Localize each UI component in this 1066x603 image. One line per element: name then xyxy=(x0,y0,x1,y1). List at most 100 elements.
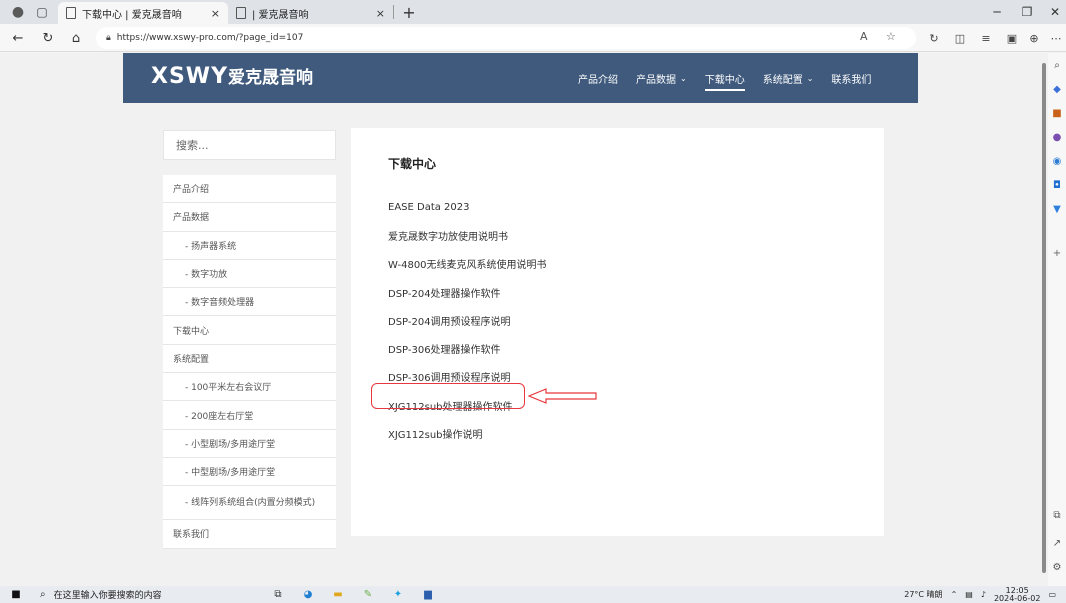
shopping-icon[interactable]: ■ xyxy=(1051,107,1063,119)
favorites-icon[interactable]: ≡ xyxy=(976,28,996,48)
sidebar-item[interactable]: - 数字功放 xyxy=(163,260,336,289)
extensions-icon[interactable]: ⊕ xyxy=(1024,28,1044,48)
more-menu-icon[interactable]: ⋯ xyxy=(1046,28,1066,48)
url-input[interactable]: 🔒︎ https://www.xswy-pro.com/?page_id=107… xyxy=(96,27,916,49)
sidebar-item[interactable]: - 扬声器系统 xyxy=(163,232,336,260)
close-window-icon[interactable]: ✕ xyxy=(1040,0,1066,24)
search-icon: ⌕ xyxy=(40,589,46,600)
browser-side-panel: ⌕ ◆ ■ ● ◉ ◘ ▼ + ⧉ ↗ ⚙ xyxy=(1048,53,1066,586)
sidebar-item[interactable]: 联系我们 xyxy=(163,520,336,549)
sidebar-item[interactable]: 系统配置 xyxy=(163,345,336,374)
address-bar-row: ← ↻ ⌂ 🔒︎ https://www.xswy-pro.com/?page_… xyxy=(0,24,1066,52)
sidebar-item[interactable]: - 中型剧场/多用途厅堂 xyxy=(163,458,336,487)
nav-item-system-config[interactable]: 系统配置 ⌄ xyxy=(763,53,814,103)
office-icon[interactable]: ◉ xyxy=(1051,155,1063,167)
logo-latin: XSWY xyxy=(151,64,229,89)
network-icon[interactable]: ▤ xyxy=(965,590,973,599)
sidebar-menu: 产品介绍 产品数据 - 扬声器系统 - 数字功放 - 数字音频处理器 下载中心 … xyxy=(163,175,336,549)
close-icon[interactable]: × xyxy=(211,7,220,20)
add-icon[interactable]: + xyxy=(1051,247,1063,259)
logo-cn: 爱克晟音响 xyxy=(228,68,314,88)
pen-icon[interactable]: ✎ xyxy=(360,588,376,602)
tag-icon[interactable]: ◆ xyxy=(1051,83,1063,95)
gear-icon[interactable]: ⚙ xyxy=(1051,561,1063,573)
collections-icon[interactable]: ▣ xyxy=(1002,28,1022,48)
download-link[interactable]: W-4800无线麦克风系统使用说明书 xyxy=(388,250,547,278)
back-icon[interactable]: ← xyxy=(8,28,28,48)
notification-icon[interactable]: ▭ xyxy=(1048,590,1056,599)
page-title: 下载中心 xyxy=(388,157,437,171)
task-view-icon[interactable]: ⧉ xyxy=(270,588,286,602)
folder-icon[interactable]: ▬ xyxy=(330,588,346,602)
page-viewport: XSWY爱克晟音响 产品介绍 产品数据 ⌄ 下载中心 系统配置 ⌄ 联系我们 搜索.… xyxy=(0,53,1040,586)
download-panel: 下载中心 EASE Data 2023 爱克晟数字功放使用说明书 W-4800无… xyxy=(351,128,884,536)
new-tab-button[interactable]: + xyxy=(400,3,418,22)
clock-date[interactable]: 2024-06-02 xyxy=(994,594,1041,603)
nav-item-product-data[interactable]: 产品数据 ⌄ xyxy=(636,53,687,103)
minimize-icon[interactable]: ─ xyxy=(982,0,1012,24)
page-scrollbar[interactable] xyxy=(1040,53,1048,586)
chevron-down-icon: ⌄ xyxy=(806,73,814,83)
annotation-arrow-icon xyxy=(528,388,597,404)
restore-icon[interactable]: ❐ xyxy=(1012,0,1042,24)
site-header: XSWY爱克晟音响 产品介绍 产品数据 ⌄ 下载中心 系统配置 ⌄ 联系我们 xyxy=(123,53,918,103)
split-screen-icon[interactable]: ◫ xyxy=(950,28,970,48)
tab-title: 下载中心 | 爱克晟音响 xyxy=(82,9,182,21)
search-input[interactable]: 搜索... xyxy=(163,130,336,160)
close-icon[interactable]: × xyxy=(376,7,385,20)
weather-text[interactable]: 27°C 晴朗 xyxy=(904,589,942,600)
sidebar-item[interactable]: - 线阵列系统组合(内置分频模式) xyxy=(163,486,336,521)
external-link-icon[interactable]: ↗ xyxy=(1051,537,1063,549)
nav-item-contact[interactable]: 联系我们 xyxy=(831,53,871,103)
word-icon[interactable]: ▆ xyxy=(420,588,436,602)
url-text: https://www.xswy-pro.com/?page_id=107 xyxy=(116,33,304,43)
outlook-icon[interactable]: ◘ xyxy=(1051,179,1063,191)
sidebar-item[interactable]: 产品数据 xyxy=(163,203,336,232)
start-icon[interactable]: ■ xyxy=(8,587,24,603)
download-link[interactable]: EASE Data 2023 xyxy=(388,193,547,221)
page-icon xyxy=(236,7,246,19)
browser-tab-active[interactable]: 下载中心 | 爱克晟音响 × xyxy=(58,2,228,24)
highlight-annotation xyxy=(371,383,525,409)
people-icon[interactable]: ● xyxy=(1051,131,1063,143)
chevron-down-icon: ⌄ xyxy=(680,73,687,83)
tab-divider xyxy=(393,5,394,19)
main-nav: 产品介绍 产品数据 ⌄ 下载中心 系统配置 ⌄ 联系我们 xyxy=(578,53,889,103)
profile-icon[interactable]: ● xyxy=(8,2,28,22)
taskbar-search[interactable]: ⌕ 在这里输入你要搜索的内容 xyxy=(40,588,220,601)
sidebar-item[interactable]: - 100平米左右会议厅 xyxy=(163,373,336,402)
nav-item-product-intro[interactable]: 产品介绍 xyxy=(578,53,618,103)
download-link[interactable]: DSP-204处理器操作软件 xyxy=(388,278,547,306)
download-link[interactable]: DSP-204调用预设程序说明 xyxy=(388,306,547,334)
chevron-up-icon[interactable]: ⌃ xyxy=(951,590,958,599)
lock-icon: 🔒︎ xyxy=(106,33,111,43)
app-icon[interactable]: ✦ xyxy=(390,588,406,602)
page-icon xyxy=(66,7,76,19)
download-link[interactable]: DSP-306处理器操作软件 xyxy=(388,334,547,362)
sidebar-item[interactable]: 下载中心 xyxy=(163,316,336,345)
favorite-star-icon[interactable]: ☆ xyxy=(886,30,896,43)
home-icon[interactable]: ⌂ xyxy=(66,28,86,48)
download-link[interactable]: 爱克晟数字功放使用说明书 xyxy=(388,221,547,249)
browser-tab[interactable]: | 爱克晟音响 × xyxy=(228,2,393,24)
screenshot-icon[interactable]: ⧉ xyxy=(1051,509,1063,521)
refresh-extension-icon[interactable]: ↻ xyxy=(924,28,944,48)
site-logo[interactable]: XSWY爱克晟音响 xyxy=(151,63,313,89)
sidebar-item[interactable]: - 200座左右厅堂 xyxy=(163,401,336,430)
download-list: EASE Data 2023 爱克晟数字功放使用说明书 W-4800无线麦克风系… xyxy=(388,193,547,448)
sidebar-item[interactable]: 产品介绍 xyxy=(163,175,336,204)
scrollbar-thumb[interactable] xyxy=(1042,63,1046,573)
drop-icon[interactable]: ▼ xyxy=(1051,203,1063,215)
tab-title: | 爱克晟音响 xyxy=(252,9,309,21)
refresh-icon[interactable]: ↻ xyxy=(38,28,58,48)
read-aloud-icon[interactable]: A xyxy=(860,30,868,43)
sidebar-item[interactable]: - 小型剧场/多用途厅堂 xyxy=(163,430,336,458)
sidebar-item[interactable]: - 数字音频处理器 xyxy=(163,288,336,317)
taskbar-search-placeholder: 在这里输入你要搜索的内容 xyxy=(53,591,162,601)
edge-icon[interactable]: ◕ xyxy=(300,588,316,602)
nav-item-download-center[interactable]: 下载中心 xyxy=(704,53,745,103)
download-link[interactable]: XJG112sub操作说明 xyxy=(388,419,547,447)
search-icon[interactable]: ⌕ xyxy=(1051,59,1063,71)
volume-icon[interactable]: ♪ xyxy=(981,590,986,599)
tab-actions-icon[interactable]: ▢ xyxy=(32,2,52,22)
